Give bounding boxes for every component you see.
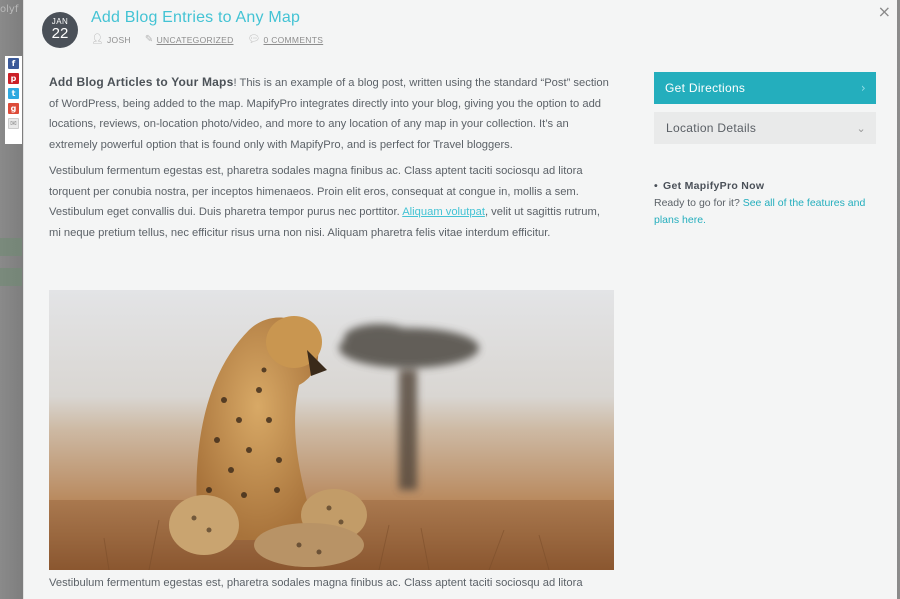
chevron-down-icon: ⌄ — [856, 121, 866, 135]
promo-text-line: Ready to go for it? See all of the featu… — [654, 195, 876, 229]
close-icon[interactable]: × — [878, 2, 891, 21]
background-map-fragment — [0, 238, 22, 256]
post-content: Add Blog Articles to Your Maps! This is … — [49, 72, 609, 249]
photo-caption: Vestibulum fermentum egestas est, pharet… — [49, 577, 583, 589]
comments-link[interactable]: 0 COMMENTS — [264, 35, 324, 45]
twitter-share-icon[interactable]: t — [8, 88, 19, 99]
cheetah-image — [49, 290, 614, 570]
promo-text: Ready to go for it? — [654, 197, 743, 209]
promo-block: Get MapifyPro Now Ready to go for it? Se… — [654, 178, 876, 229]
email-share-icon[interactable]: ✉ — [8, 118, 19, 129]
post-comments[interactable]: 💬︎ 0 COMMENTS — [248, 34, 324, 45]
cheetah-photo — [49, 290, 614, 570]
get-directions-label: Get Directions — [665, 81, 746, 95]
sidebar: Get Directions › Location Details ⌄ Get … — [654, 72, 876, 229]
get-directions-button[interactable]: Get Directions › — [654, 72, 876, 104]
post-author: 👤︎ JOSH — [91, 34, 131, 45]
promo-heading: Get MapifyPro Now — [654, 178, 876, 195]
google-plus-share-icon[interactable]: g — [8, 103, 19, 114]
user-icon: 👤︎ — [91, 34, 104, 45]
post-modal: × JAN 22 Add Blog Entries to Any Map 👤︎ … — [23, 0, 897, 599]
facebook-share-icon[interactable]: f — [8, 58, 19, 69]
author-name: JOSH — [107, 34, 131, 45]
post-meta: 👤︎ JOSH ✎ UNCATEGORIZED 💬︎ 0 COMMENTS — [91, 34, 337, 45]
date-day: 22 — [51, 25, 69, 42]
intro-paragraph: Add Blog Articles to Your Maps! This is … — [49, 72, 609, 155]
post-title[interactable]: Add Blog Entries to Any Map — [91, 9, 300, 27]
date-badge: JAN 22 — [42, 12, 78, 48]
chevron-right-icon: › — [860, 81, 866, 95]
pinterest-share-icon[interactable]: p — [8, 73, 19, 84]
background-map-fragment — [0, 268, 22, 286]
inline-link[interactable]: Aliquam volutpat — [402, 206, 485, 218]
body-paragraph: Vestibulum fermentum egestas est, pharet… — [49, 161, 609, 243]
location-details-toggle[interactable]: Location Details ⌄ — [654, 112, 876, 144]
comment-icon: 💬︎ — [247, 34, 261, 45]
post-category[interactable]: ✎ UNCATEGORIZED — [145, 34, 234, 45]
share-bar: f p t g ✉ — [5, 56, 22, 144]
location-details-label: Location Details — [666, 121, 757, 135]
pencil-icon: ✎ — [144, 34, 154, 45]
category-link[interactable]: UNCATEGORIZED — [157, 35, 234, 45]
background-logo: olyf — [0, 4, 19, 15]
intro-bold: Add Blog Articles to Your Maps — [49, 75, 234, 89]
